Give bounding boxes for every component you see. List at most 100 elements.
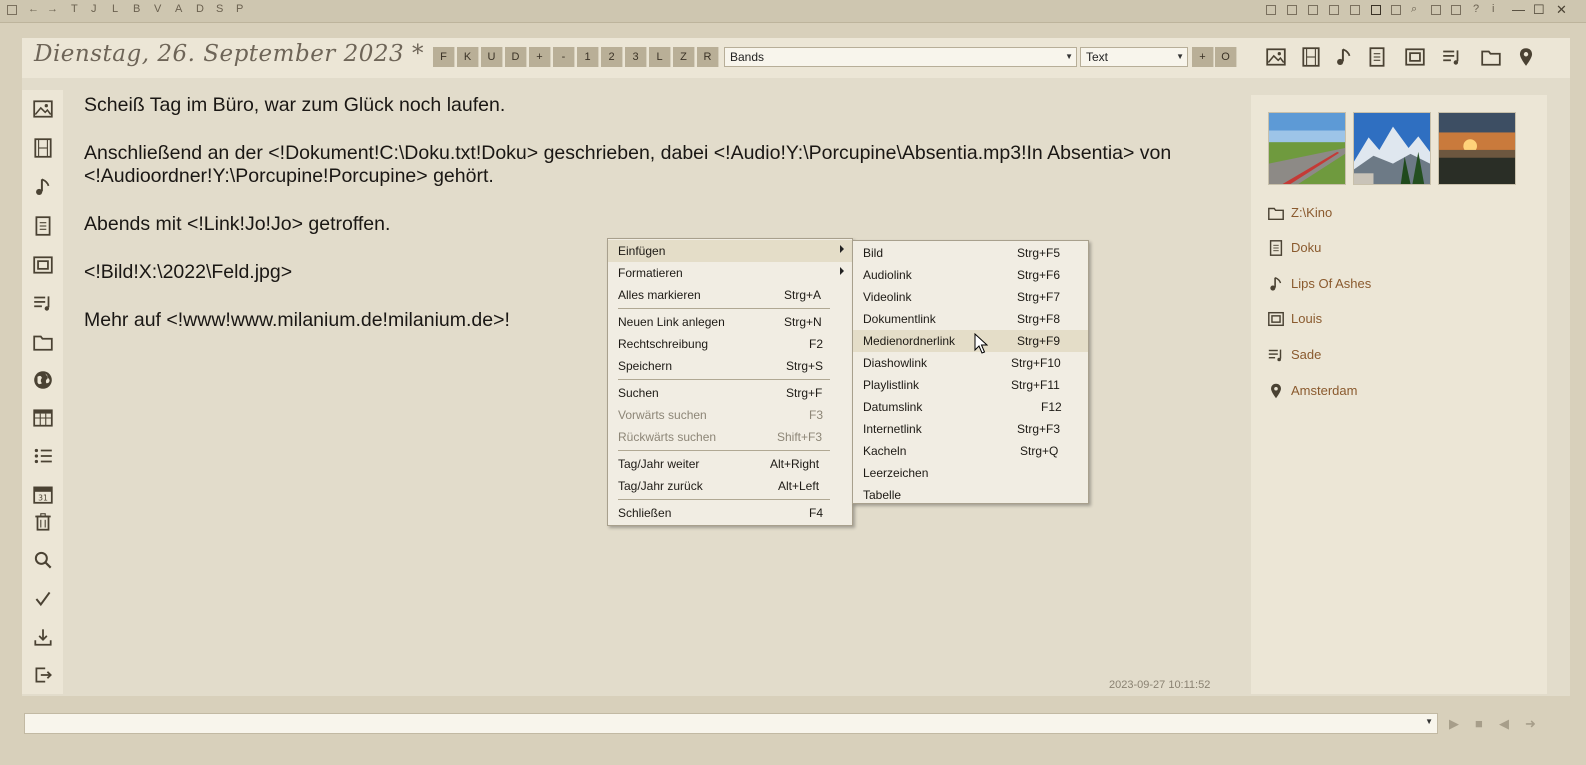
submenu-item-dokumentlink[interactable]: Dokumentlink Strg+F8 — [853, 308, 1088, 330]
menu-item-rechtschreibung[interactable]: Rechtschreibung F2 — [608, 333, 852, 355]
menu-item-suchen[interactable]: Suchen Strg+F — [608, 382, 852, 404]
topbar-letter-s[interactable]: S — [216, 3, 223, 15]
stop-icon[interactable]: ■ — [1475, 716, 1483, 731]
topbar-letter-l[interactable]: L — [112, 3, 118, 15]
menu-item-shortcut: Strg+F7 — [1017, 290, 1061, 304]
checkmark-icon[interactable] — [32, 588, 54, 610]
menu-item-formatieren[interactable]: Formatieren — [608, 262, 852, 284]
chevron-down-icon[interactable]: ▼ — [1425, 717, 1433, 726]
topbar-letter-j[interactable]: J — [91, 3, 97, 15]
topbar-letter-v[interactable]: V — [154, 3, 161, 15]
star-icon[interactable] — [1391, 5, 1401, 15]
help-icon[interactable]: ? — [1473, 3, 1479, 15]
format-button-minus[interactable]: - — [553, 47, 575, 67]
submenu-item-kacheln[interactable]: Kacheln Strg+Q — [853, 440, 1088, 462]
submenu-item-playlistlink[interactable]: Playlistlink Strg+F11 — [853, 374, 1088, 396]
film-icon[interactable] — [32, 137, 54, 159]
thumbnail-road-image[interactable] — [1268, 112, 1346, 185]
document-icon[interactable] — [1366, 46, 1388, 68]
folder-icon[interactable] — [1480, 46, 1502, 68]
timestamp: 2023-09-27 10:11:52 — [1109, 679, 1211, 691]
format-button-3[interactable]: 3 — [625, 47, 647, 67]
submenu-item-diashowlink[interactable]: Diashowlink Strg+F10 — [853, 352, 1088, 374]
menu-item-tag-jahr-zurueck[interactable]: Tag/Jahr zurück Alt+Left — [608, 475, 852, 497]
download-icon[interactable] — [32, 626, 54, 648]
submenu-item-datumslink[interactable]: Datumslink F12 — [853, 396, 1088, 418]
format-button-z[interactable]: Z — [673, 47, 695, 67]
menu-item-neuen-link[interactable]: Neuen Link anlegen Strg+N — [608, 311, 852, 333]
music-note-icon[interactable] — [1333, 46, 1355, 68]
menu-item-einfuegen[interactable]: Einfügen — [608, 240, 852, 262]
minimize-button[interactable]: — — [1512, 2, 1525, 17]
close-button[interactable]: ✕ — [1556, 2, 1567, 18]
submenu-item-audiolink[interactable]: Audiolink Strg+F6 — [853, 264, 1088, 286]
columns-icon[interactable] — [1451, 5, 1461, 15]
app-menu-icon[interactable] — [7, 5, 17, 15]
menu-item-schliessen[interactable]: Schließen F4 — [608, 502, 852, 524]
circle-button[interactable]: O — [1215, 47, 1237, 67]
play-icon[interactable]: ▶ — [1449, 716, 1459, 732]
location-pin-icon[interactable] — [1515, 46, 1537, 68]
add-button[interactable]: + — [1192, 47, 1214, 67]
format-button-d[interactable]: D — [505, 47, 527, 67]
view-2-icon[interactable] — [1287, 5, 1297, 15]
globe-icon[interactable] — [32, 369, 54, 391]
calendar-icon[interactable]: 31 — [32, 483, 54, 505]
image-icon[interactable] — [1265, 46, 1287, 68]
table-icon[interactable] — [32, 407, 54, 429]
image-icon[interactable] — [32, 98, 54, 120]
thumbnail-sunset-image[interactable] — [1438, 112, 1516, 185]
submenu-item-leerzeichen[interactable]: Leerzeichen — [853, 462, 1088, 484]
topbar-letter-p[interactable]: P — [236, 3, 243, 15]
thumbnail-mountains-image[interactable] — [1353, 112, 1431, 185]
bookmark-icon[interactable] — [1329, 5, 1339, 15]
previous-arrow-icon[interactable]: ◀ — [1499, 716, 1509, 732]
trash-icon[interactable] — [32, 511, 54, 533]
topbar-letter-b[interactable]: B — [133, 3, 140, 15]
format-button-r[interactable]: R — [697, 47, 719, 67]
format-button-2[interactable]: 2 — [601, 47, 623, 67]
grid-icon[interactable] — [1350, 5, 1360, 15]
view-3-icon[interactable] — [1308, 5, 1318, 15]
list-icon[interactable] — [32, 445, 54, 467]
format-button-f[interactable]: F — [433, 47, 455, 67]
menu-item-speichern[interactable]: Speichern Strg+S — [608, 355, 852, 377]
folder-icon[interactable] — [32, 331, 54, 353]
format-button-1[interactable]: 1 — [577, 47, 599, 67]
forward-arrow-icon[interactable]: → — [47, 3, 58, 15]
format-button-plus[interactable]: + — [529, 47, 551, 67]
maximize-button[interactable]: ☐ — [1533, 2, 1545, 18]
active-view-icon[interactable] — [1371, 5, 1381, 15]
next-arrow-icon[interactable]: ➜ — [1525, 716, 1536, 732]
music-note-icon[interactable] — [32, 176, 54, 198]
exit-icon[interactable] — [32, 664, 54, 686]
format-button-l[interactable]: L — [649, 47, 671, 67]
info-icon[interactable]: i — [1492, 3, 1494, 15]
topbar-letter-a[interactable]: A — [175, 3, 182, 15]
playlist-icon[interactable] — [1441, 46, 1463, 68]
back-arrow-icon[interactable]: ← — [28, 3, 39, 15]
command-input[interactable]: ▼ — [24, 713, 1438, 734]
film-icon[interactable] — [1300, 46, 1322, 68]
topbar-letter-d[interactable]: D — [196, 3, 204, 15]
view-1-icon[interactable] — [1266, 5, 1276, 15]
image-view-icon[interactable] — [1431, 5, 1441, 15]
text-select[interactable]: Text ▼ — [1080, 47, 1188, 67]
playlist-icon[interactable] — [32, 292, 54, 314]
submenu-item-videolink[interactable]: Videolink Strg+F7 — [853, 286, 1088, 308]
bands-select[interactable]: Bands ▼ — [724, 47, 1077, 67]
submenu-item-bild[interactable]: Bild Strg+F5 — [853, 242, 1088, 264]
menu-item-alles-markieren[interactable]: Alles markieren Strg+A — [608, 284, 852, 306]
format-button-k[interactable]: K — [457, 47, 479, 67]
document-icon[interactable] — [32, 215, 54, 237]
submenu-item-medienordnerlink[interactable]: Medienordnerlink Strg+F9 — [853, 330, 1088, 352]
submenu-item-internetlink[interactable]: Internetlink Strg+F3 — [853, 418, 1088, 440]
search-icon[interactable] — [32, 549, 54, 571]
format-button-u[interactable]: U — [481, 47, 503, 67]
frame-icon[interactable] — [32, 254, 54, 276]
frame-icon[interactable] — [1404, 46, 1426, 68]
search-icon[interactable]: ⌕ — [1411, 3, 1417, 16]
topbar-letter-t[interactable]: T — [71, 3, 78, 15]
submenu-item-tabelle[interactable]: Tabelle — [853, 484, 1088, 506]
menu-item-tag-jahr-weiter[interactable]: Tag/Jahr weiter Alt+Right — [608, 453, 852, 475]
